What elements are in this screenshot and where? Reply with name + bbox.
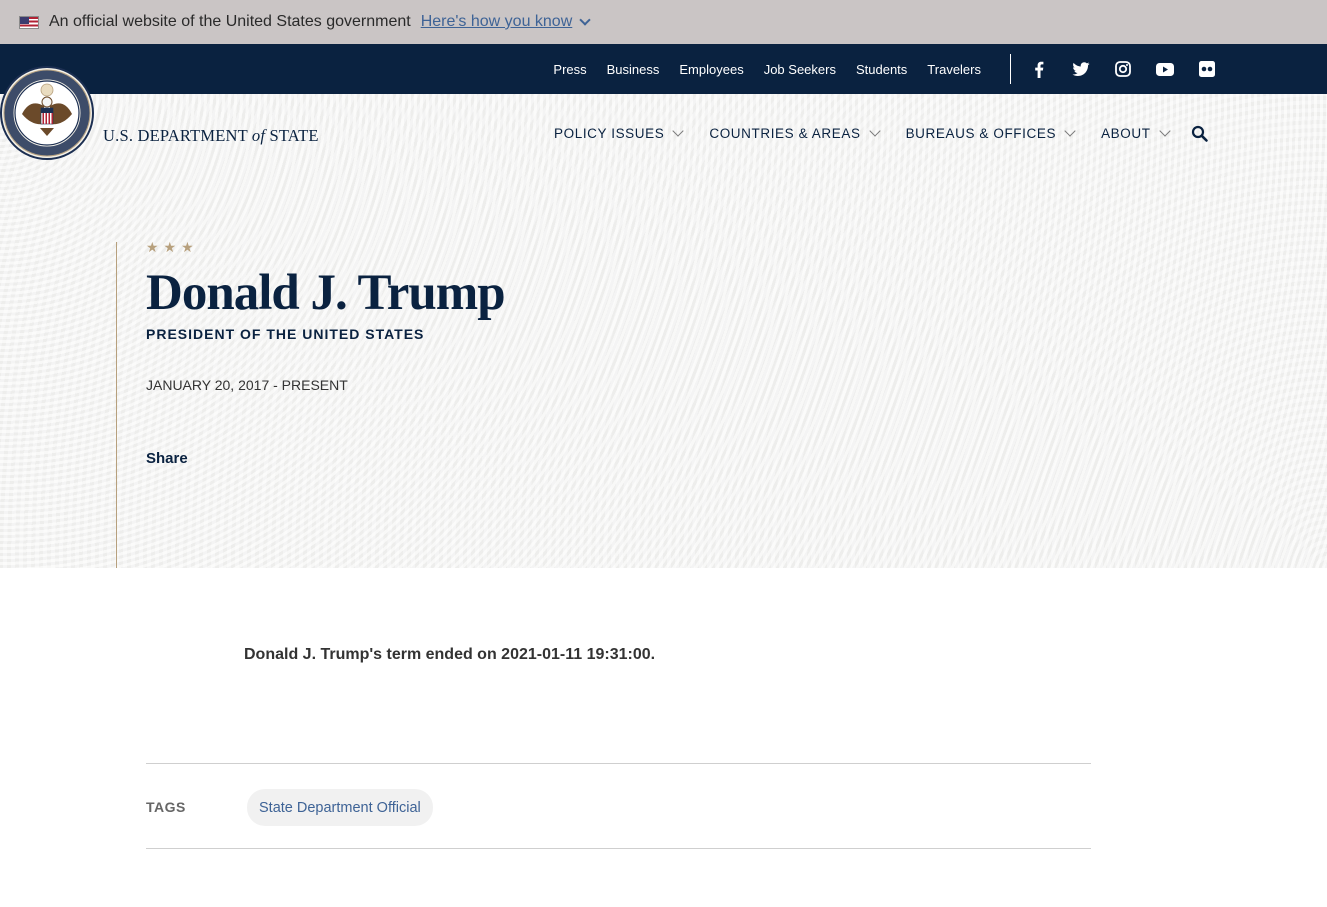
social-links xyxy=(1030,44,1216,94)
department-seal-icon[interactable] xyxy=(0,66,94,160)
brand-prefix[interactable]: U.S. DEPARTMENT xyxy=(103,126,252,145)
facebook-icon[interactable] xyxy=(1030,60,1048,78)
share-button[interactable]: Share xyxy=(146,450,188,467)
utility-link-job-seekers[interactable]: Job Seekers xyxy=(764,62,836,77)
chevron-down-icon[interactable] xyxy=(1158,125,1171,137)
term-dates: JANUARY 20, 2017 - PRESENT xyxy=(146,377,348,393)
utility-link-students[interactable]: Students xyxy=(856,62,907,77)
brand-suffix[interactable]: STATE xyxy=(265,126,319,145)
nav-policy-issues[interactable]: POLICY ISSUES xyxy=(554,125,685,141)
nav-policy-issues-label[interactable]: POLICY ISSUES xyxy=(554,126,664,141)
hero-section: U.S. DEPARTMENT of STATE POLICY ISSUES C… xyxy=(0,66,1327,568)
utility-bar: Press Business Employees Job Seekers Stu… xyxy=(0,44,1327,94)
official-gov-banner: An official website of the United States… xyxy=(0,0,1327,44)
chevron-down-icon[interactable] xyxy=(868,125,881,137)
term-ended-note: Donald J. Trump's term ended on 2021-01-… xyxy=(244,646,656,663)
brand-of[interactable]: of xyxy=(252,126,265,145)
chevron-down-icon[interactable] xyxy=(579,14,591,26)
youtube-icon[interactable] xyxy=(1156,60,1174,78)
gold-vertical-rule xyxy=(116,242,117,568)
nav-bureaus-offices[interactable]: BUREAUS & OFFICES xyxy=(906,125,1076,141)
department-brand[interactable]: U.S. DEPARTMENT of STATE xyxy=(103,126,319,146)
tag-state-department-official[interactable]: State Department Official xyxy=(247,789,433,826)
utility-divider xyxy=(1010,54,1011,84)
nav-bureaus-offices-label[interactable]: BUREAUS & OFFICES xyxy=(906,126,1056,141)
twitter-icon[interactable] xyxy=(1072,60,1090,78)
heres-how-you-know-label[interactable]: Here's how you know xyxy=(421,13,573,31)
utility-link-travelers[interactable]: Travelers xyxy=(927,62,981,77)
chevron-down-icon[interactable] xyxy=(672,125,685,137)
tags-label: TAGS xyxy=(146,799,186,815)
chevron-down-icon[interactable] xyxy=(1064,125,1076,137)
search-icon[interactable] xyxy=(1190,124,1210,144)
utility-link-employees[interactable]: Employees xyxy=(679,62,743,77)
person-title: PRESIDENT OF THE UNITED STATES xyxy=(146,326,425,342)
official-website-text: An official website of the United States… xyxy=(49,13,411,30)
page-title: Donald J. Trump xyxy=(146,265,506,321)
main-navigation: POLICY ISSUES COUNTRIES & AREAS BUREAUS … xyxy=(554,125,1196,141)
us-flag-icon xyxy=(19,15,39,29)
nav-about-label[interactable]: ABOUT xyxy=(1101,126,1151,141)
flickr-icon[interactable] xyxy=(1198,60,1216,78)
heres-how-you-know-link[interactable]: Here's how you know xyxy=(421,13,591,31)
tags-bottom-divider xyxy=(146,848,1091,849)
stars-decoration: ★★★ xyxy=(146,239,199,255)
nav-about[interactable]: ABOUT xyxy=(1101,125,1171,141)
tags-top-divider xyxy=(146,763,1091,764)
utility-link-business[interactable]: Business xyxy=(607,62,660,77)
utility-links: Press Business Employees Job Seekers Stu… xyxy=(553,44,981,94)
utility-link-press[interactable]: Press xyxy=(553,62,586,77)
nav-countries-areas[interactable]: COUNTRIES & AREAS xyxy=(709,125,881,141)
instagram-icon[interactable] xyxy=(1114,60,1132,78)
nav-countries-areas-label[interactable]: COUNTRIES & AREAS xyxy=(709,126,860,141)
